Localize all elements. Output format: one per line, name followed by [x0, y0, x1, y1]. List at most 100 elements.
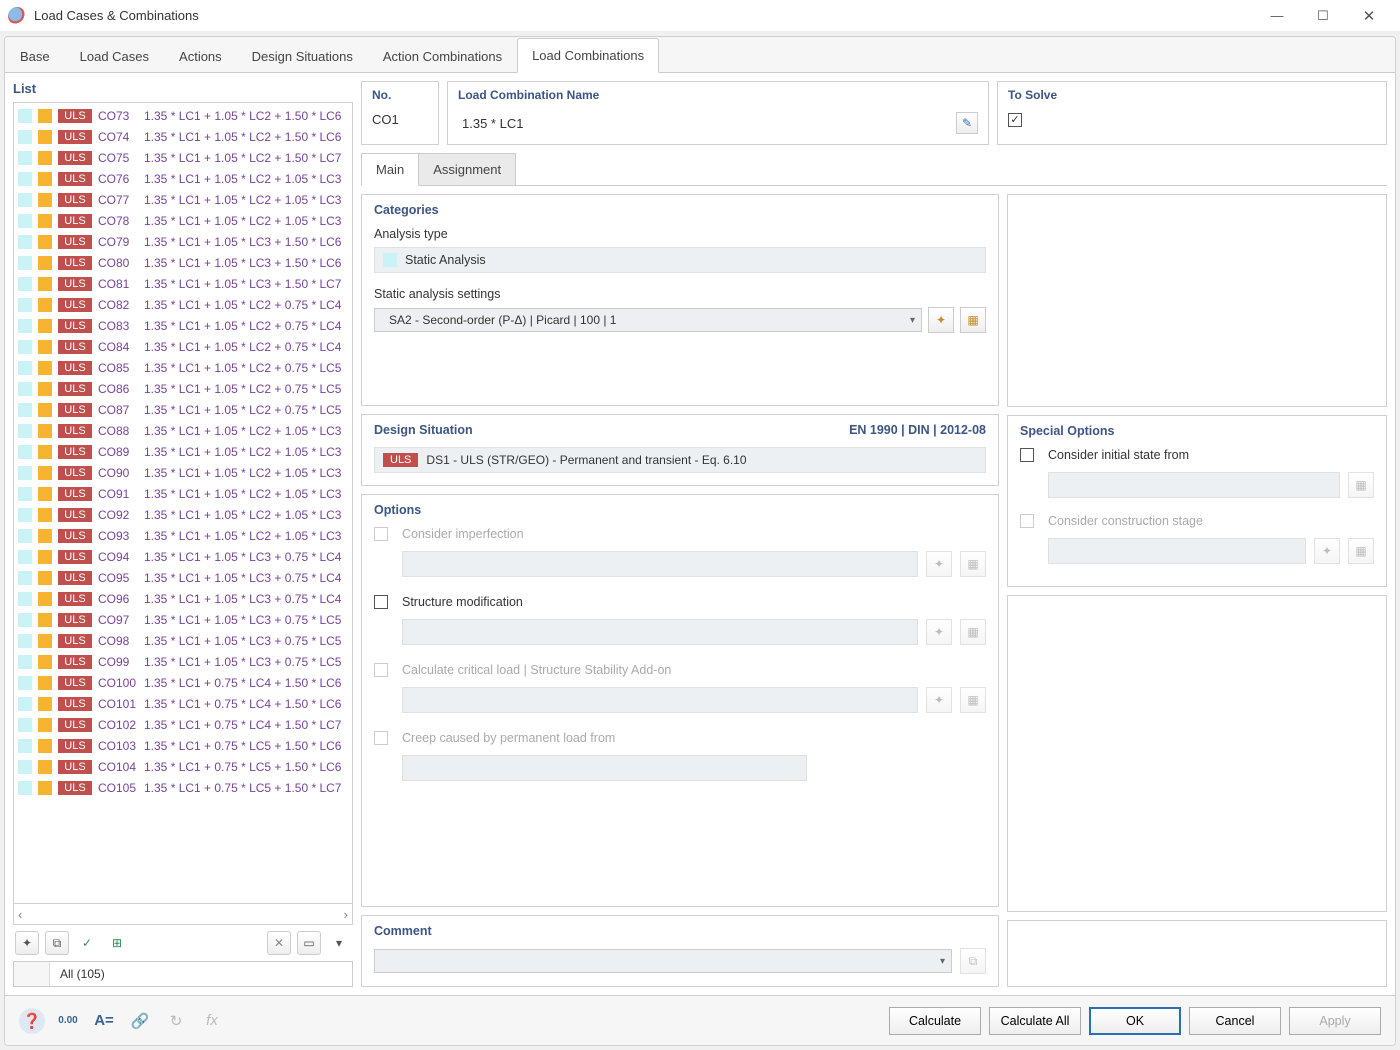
list-item[interactable]: ULSCO1051.35 * LC1 + 0.75 * LC5 + 1.50 *… [14, 777, 352, 798]
uls-pill: ULS [58, 655, 92, 669]
design-panel: Design Situation EN 1990 | DIN | 2012-08… [361, 414, 999, 486]
creep-checkbox[interactable] [374, 731, 388, 745]
ok-button[interactable]: OK [1089, 1007, 1181, 1035]
cyan-swatch-icon [18, 172, 32, 186]
list-item[interactable]: ULSCO991.35 * LC1 + 1.05 * LC3 + 0.75 * … [14, 651, 352, 672]
list-item[interactable]: ULSCO751.35 * LC1 + 1.05 * LC2 + 1.50 * … [14, 147, 352, 168]
consider-imperfection-checkbox[interactable] [374, 527, 388, 541]
list-item[interactable]: ULSCO911.35 * LC1 + 1.05 * LC2 + 1.05 * … [14, 483, 352, 504]
tree-button[interactable]: ⊞ [105, 931, 129, 955]
uls-pill: ULS [58, 277, 92, 291]
list-item[interactable]: ULSCO941.35 * LC1 + 1.05 * LC3 + 0.75 * … [14, 546, 352, 567]
list-item[interactable]: ULSCO901.35 * LC1 + 1.05 * LC2 + 1.05 * … [14, 462, 352, 483]
settings-label: Static analysis settings [374, 287, 986, 301]
equals-icon[interactable]: A= [91, 1008, 117, 1034]
settings-combo[interactable]: SA2 - Second-order (P-Δ) | Picard | 100 … [374, 308, 922, 332]
list-item[interactable]: ULSCO871.35 * LC1 + 1.05 * LC2 + 0.75 * … [14, 399, 352, 420]
co-desc: 1.35 * LC1 + 0.75 * LC4 + 1.50 * LC6 [144, 676, 352, 690]
check-button[interactable]: ✓ [75, 931, 99, 955]
settings-new-icon[interactable]: ✦ [928, 307, 954, 333]
maximize-icon[interactable]: ☐ [1300, 0, 1346, 32]
initial-state-checkbox[interactable] [1020, 448, 1034, 462]
list-item[interactable]: ULSCO1001.35 * LC1 + 0.75 * LC4 + 1.50 *… [14, 672, 352, 693]
list-item[interactable]: ULSCO891.35 * LC1 + 1.05 * LC2 + 1.05 * … [14, 441, 352, 462]
close-icon[interactable]: ✕ [1346, 0, 1392, 32]
list-item[interactable]: ULSCO1011.35 * LC1 + 0.75 * LC4 + 1.50 *… [14, 693, 352, 714]
pair-button[interactable]: ▭ [297, 931, 321, 955]
list-item[interactable]: ULSCO921.35 * LC1 + 1.05 * LC2 + 1.05 * … [14, 504, 352, 525]
chevron-down-icon: ▾ [910, 315, 915, 326]
co-desc: 1.35 * LC1 + 1.05 * LC3 + 1.50 * LC6 [144, 256, 352, 270]
new-button[interactable]: ✦ [15, 931, 39, 955]
construction-stage-checkbox[interactable] [1020, 514, 1034, 528]
link-icon[interactable]: 🔗 [127, 1008, 153, 1034]
name-input[interactable] [458, 114, 950, 133]
list-item[interactable]: ULSCO801.35 * LC1 + 1.05 * LC3 + 1.50 * … [14, 252, 352, 273]
list-item[interactable]: ULSCO841.35 * LC1 + 1.05 * LC2 + 0.75 * … [14, 336, 352, 357]
list-item[interactable]: ULSCO761.35 * LC1 + 1.05 * LC2 + 1.05 * … [14, 168, 352, 189]
cyan-swatch-icon [18, 718, 32, 732]
list-item[interactable]: ULSCO971.35 * LC1 + 1.05 * LC3 + 0.75 * … [14, 609, 352, 630]
list-item[interactable]: ULSCO781.35 * LC1 + 1.05 * LC2 + 1.05 * … [14, 210, 352, 231]
help-icon[interactable]: ❓ [19, 1008, 45, 1034]
orange-swatch-icon [38, 382, 52, 396]
list-item[interactable]: ULSCO771.35 * LC1 + 1.05 * LC2 + 1.05 * … [14, 189, 352, 210]
redo-icon[interactable]: ↻ [163, 1008, 189, 1034]
list-item[interactable]: ULSCO961.35 * LC1 + 1.05 * LC3 + 0.75 * … [14, 588, 352, 609]
construction-stage-open-icon: ▦ [1348, 538, 1374, 564]
list-item[interactable]: ULSCO951.35 * LC1 + 1.05 * LC3 + 0.75 * … [14, 567, 352, 588]
list-item[interactable]: ULSCO731.35 * LC1 + 1.05 * LC2 + 1.50 * … [14, 105, 352, 126]
cyan-swatch-icon [18, 214, 32, 228]
list-item[interactable]: ULSCO861.35 * LC1 + 1.05 * LC2 + 0.75 * … [14, 378, 352, 399]
top-tab[interactable]: Action Combinations [368, 39, 517, 73]
apply-button[interactable]: Apply [1289, 1007, 1381, 1035]
list-box[interactable]: ULSCO731.35 * LC1 + 1.05 * LC2 + 1.50 * … [13, 102, 353, 904]
cancel-button[interactable]: Cancel [1189, 1007, 1281, 1035]
list-item[interactable]: ULSCO811.35 * LC1 + 1.05 * LC3 + 1.50 * … [14, 273, 352, 294]
top-tab[interactable]: Load Combinations [517, 38, 659, 73]
list-item[interactable]: ULSCO1021.35 * LC1 + 0.75 * LC4 + 1.50 *… [14, 714, 352, 735]
list-item[interactable]: ULSCO851.35 * LC1 + 1.05 * LC2 + 0.75 * … [14, 357, 352, 378]
list-item[interactable]: ULSCO1031.35 * LC1 + 0.75 * LC5 + 1.50 *… [14, 735, 352, 756]
delete-button[interactable]: ✕ [267, 931, 291, 955]
minimize-icon[interactable]: — [1254, 0, 1300, 32]
top-tab[interactable]: Base [5, 39, 65, 73]
top-tab[interactable]: Load Cases [65, 39, 164, 73]
list-hscroll[interactable]: ‹› [13, 904, 353, 925]
critical-load-checkbox[interactable] [374, 663, 388, 677]
list-item[interactable]: ULSCO931.35 * LC1 + 1.05 * LC2 + 1.05 * … [14, 525, 352, 546]
settings-open-icon[interactable]: ▦ [960, 307, 986, 333]
chevron-down-icon[interactable]: ▾ [327, 931, 351, 955]
uls-pill: ULS [58, 781, 92, 795]
calculate-all-button[interactable]: Calculate All [989, 1007, 1081, 1035]
structure-modification-checkbox[interactable] [374, 595, 388, 609]
list-item[interactable]: ULSCO741.35 * LC1 + 1.05 * LC2 + 1.50 * … [14, 126, 352, 147]
top-tab[interactable]: Design Situations [237, 39, 368, 73]
co-id: CO74 [98, 130, 144, 144]
cyan-swatch-icon [18, 634, 32, 648]
list-item[interactable]: ULSCO831.35 * LC1 + 1.05 * LC2 + 0.75 * … [14, 315, 352, 336]
top-tab[interactable]: Actions [164, 39, 237, 73]
list-filter[interactable]: All (105) [13, 961, 353, 987]
list-item[interactable]: ULSCO881.35 * LC1 + 1.05 * LC2 + 1.05 * … [14, 420, 352, 441]
list-item[interactable]: ULSCO1041.35 * LC1 + 0.75 * LC5 + 1.50 *… [14, 756, 352, 777]
co-id: CO79 [98, 235, 144, 249]
titlebar: Load Cases & Combinations — ☐ ✕ [0, 0, 1400, 32]
cyan-swatch-icon [18, 298, 32, 312]
comment-combo[interactable]: ▾ [374, 949, 952, 973]
co-id: CO90 [98, 466, 144, 480]
calculate-button[interactable]: Calculate [889, 1007, 981, 1035]
sub-tab[interactable]: Assignment [419, 153, 516, 186]
cyan-swatch-icon [18, 193, 32, 207]
comment-button-icon[interactable]: ⧉ [960, 948, 986, 974]
list-item[interactable]: ULSCO791.35 * LC1 + 1.05 * LC3 + 1.50 * … [14, 231, 352, 252]
solve-checkbox[interactable]: ✓ [1008, 113, 1022, 127]
sub-tab[interactable]: Main [361, 153, 419, 186]
units-icon[interactable]: 0.00 [55, 1008, 81, 1034]
edit-name-icon[interactable]: ✎ [956, 112, 978, 134]
fx-icon[interactable]: fx [199, 1008, 225, 1034]
copy-button[interactable]: ⧉ [45, 931, 69, 955]
list-item[interactable]: ULSCO981.35 * LC1 + 1.05 * LC3 + 0.75 * … [14, 630, 352, 651]
uls-pill: ULS [58, 718, 92, 732]
list-item[interactable]: ULSCO821.35 * LC1 + 1.05 * LC2 + 0.75 * … [14, 294, 352, 315]
